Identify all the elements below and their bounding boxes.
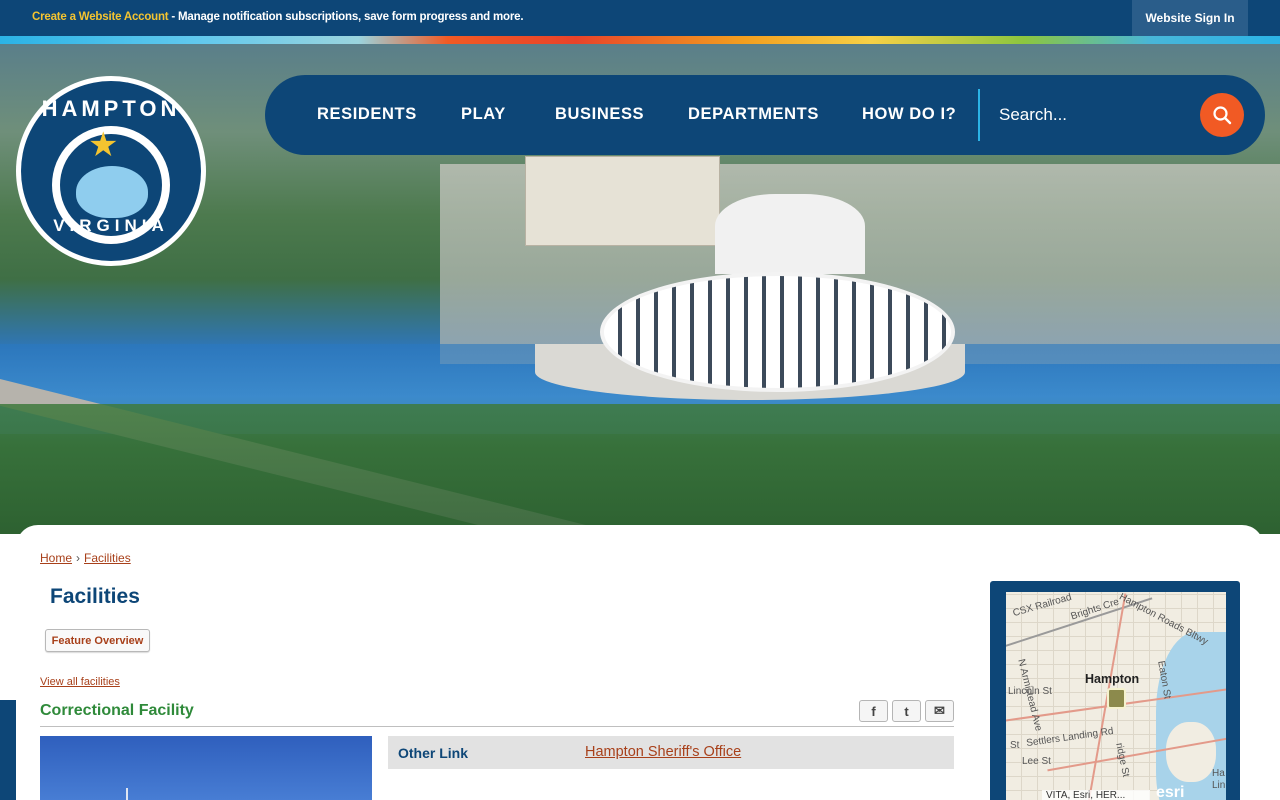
search-button[interactable]	[1200, 93, 1244, 137]
other-link-row: Other Link Hampton Sheriff's Office	[388, 736, 954, 769]
main-navigation: RESIDENTS PLAY BUSINESS DEPARTMENTS HOW …	[265, 75, 1265, 155]
breadcrumb-home[interactable]: Home	[40, 551, 72, 565]
twitter-icon: t	[904, 703, 909, 719]
email-share-button[interactable]: ✉	[925, 700, 954, 722]
nav-item-how-do-i[interactable]: HOW DO I?	[862, 105, 956, 124]
photo-antenna	[126, 788, 128, 800]
logo-top-text: HAMPTON	[41, 96, 181, 121]
facebook-share-button[interactable]: f	[859, 700, 888, 722]
hero-coliseum	[600, 272, 955, 392]
rainbow-divider	[0, 36, 1280, 44]
hero-hotel	[525, 156, 720, 246]
star-icon: ★	[88, 126, 119, 164]
map-label: Lin	[1212, 780, 1226, 791]
facility-divider	[40, 726, 954, 727]
facility-title: Correctional Facility	[40, 702, 194, 719]
sign-in-button[interactable]: Website Sign In	[1132, 0, 1248, 36]
nav-divider	[978, 89, 980, 141]
account-message: Create a Website Account - Manage notifi…	[32, 11, 524, 23]
hampton-logo[interactable]: ★ HAMPTON VIRGINIA	[16, 76, 206, 266]
hero-trees	[0, 404, 1280, 534]
top-utility-bar: Create a Website Account - Manage notifi…	[0, 0, 1280, 36]
map-city-label: Hampton	[1085, 672, 1140, 686]
search-input[interactable]	[985, 91, 1195, 139]
breadcrumb: Home › Facilities	[40, 551, 131, 565]
sheriff-office-link[interactable]: Hampton Sheriff's Office	[585, 744, 741, 760]
nav-item-residents[interactable]: RESIDENTS	[317, 105, 417, 124]
building-pin-icon[interactable]	[1107, 688, 1126, 709]
map-attribution: VITA, Esri, HER...	[1042, 790, 1150, 800]
account-message-text: - Manage notification subscriptions, sav…	[168, 11, 524, 23]
map-label: Lincoln St	[1008, 686, 1052, 697]
other-link-label: Other Link	[398, 745, 469, 761]
facility-photo	[40, 736, 372, 800]
facebook-icon: f	[871, 703, 876, 719]
esri-logo: esri	[1156, 784, 1185, 800]
search-icon	[1213, 106, 1232, 125]
left-edge-accent	[0, 700, 16, 800]
map-island	[1166, 722, 1216, 782]
nav-item-departments[interactable]: DEPARTMENTS	[688, 105, 819, 124]
logo-bottom-text: VIRGINIA	[53, 216, 169, 235]
email-icon: ✉	[934, 703, 945, 718]
breadcrumb-separator: ›	[76, 551, 81, 565]
facility-map[interactable]: CSX Railroad Brights Cre Hampton Roads B…	[1006, 592, 1226, 800]
nav-item-business[interactable]: BUSINESS	[555, 105, 644, 124]
view-all-facilities-link[interactable]: View all facilities	[40, 676, 120, 688]
hero-tent-roof	[715, 194, 865, 274]
logo-crab-shape	[76, 166, 148, 218]
map-label: Ha	[1212, 768, 1225, 779]
create-account-link[interactable]: Create a Website Account	[32, 11, 169, 23]
twitter-share-button[interactable]: t	[892, 700, 921, 722]
breadcrumb-facilities[interactable]: Facilities	[84, 551, 131, 565]
page-title: Facilities	[50, 585, 140, 608]
map-label: St	[1010, 740, 1020, 751]
nav-item-play[interactable]: PLAY	[461, 105, 506, 124]
map-label: Lee St	[1022, 756, 1051, 767]
feature-overview-button[interactable]: Feature Overview	[45, 629, 150, 652]
